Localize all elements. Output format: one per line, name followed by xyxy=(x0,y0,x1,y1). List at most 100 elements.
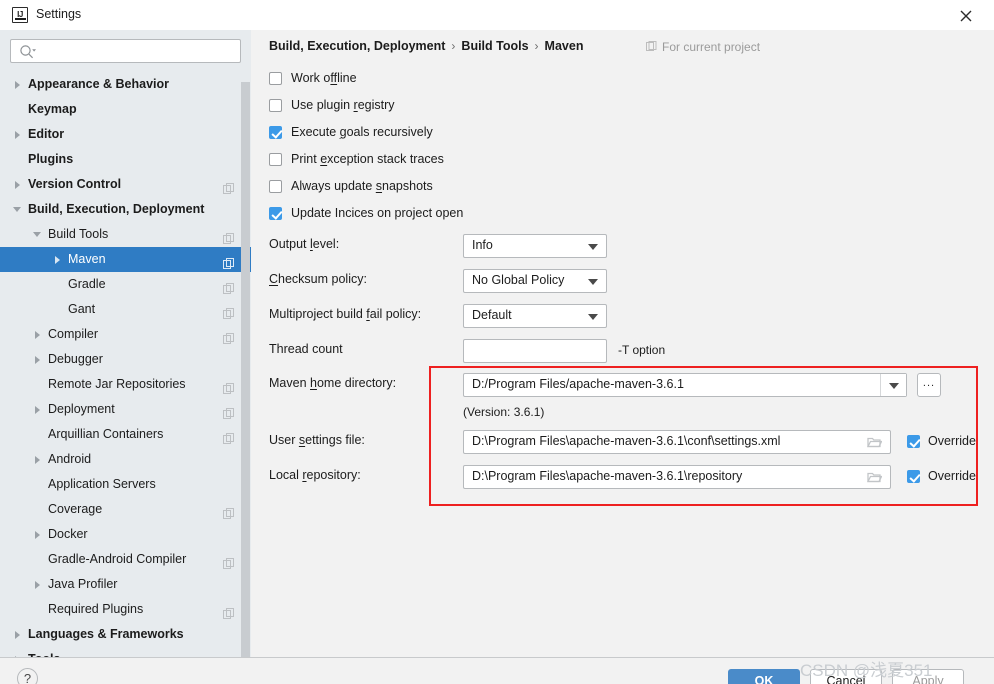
settings-tree[interactable]: Appearance & Behavior Keymap Editor Plugins… xyxy=(0,72,251,657)
sidebar-item-gradle[interactable]: Gradle xyxy=(0,272,251,297)
close-icon[interactable] xyxy=(956,6,976,26)
sidebar-item-debugger[interactable]: Debugger xyxy=(0,347,251,372)
sidebar-item-maven[interactable]: Maven xyxy=(0,247,251,272)
checkbox-print-exception-stack-traces[interactable] xyxy=(269,152,282,166)
sidebar-item-java-profiler[interactable]: Java Profiler xyxy=(0,572,251,597)
sidebar-scrollbar-thumb[interactable] xyxy=(241,82,250,657)
sidebar-item-label: Editor xyxy=(28,127,65,141)
local-repository-label: Local repository: xyxy=(269,468,361,482)
sidebar-item-compiler[interactable]: Compiler xyxy=(0,322,251,347)
sidebar-item-tools[interactable]: Tools xyxy=(0,647,251,657)
maven-home-directory-value: D:/Program Files/apache-maven-3.6.1 xyxy=(472,377,684,391)
chevron-right-icon[interactable] xyxy=(10,122,24,147)
maven-home-dropdown-button[interactable] xyxy=(880,374,906,396)
sidebar-item-gradle-android-compiler[interactable]: Gradle-Android Compiler xyxy=(0,547,251,572)
chevron-right-icon[interactable] xyxy=(30,322,44,347)
checkbox-row-update-incices-on-project-open[interactable]: Update Incices on project open xyxy=(269,203,463,223)
sidebar-item-build-tools[interactable]: Build Tools xyxy=(0,222,251,247)
chevron-right-icon[interactable] xyxy=(30,572,44,597)
project-scope-icon xyxy=(223,403,235,419)
local-repository-override-toggle[interactable]: Override xyxy=(907,469,976,483)
user-settings-override-checkbox[interactable] xyxy=(907,434,920,448)
sidebar-item-deployment[interactable]: Deployment xyxy=(0,397,251,422)
chevron-right-icon[interactable] xyxy=(10,647,24,657)
project-scope-icon xyxy=(223,303,235,319)
project-scope-icon xyxy=(223,278,235,294)
local-repository-override-label: Override xyxy=(928,469,976,483)
ok-button[interactable]: OK xyxy=(728,669,800,684)
chevron-right-icon[interactable] xyxy=(10,172,24,197)
sidebar-item-coverage[interactable]: Coverage xyxy=(0,497,251,522)
thread-count-hint: -T option xyxy=(618,343,666,357)
sidebar-item-arquillian-containers[interactable]: Arquillian Containers xyxy=(0,422,251,447)
sidebar-item-label: Build, Execution, Deployment xyxy=(28,202,205,216)
checksum-policy-select[interactable]: No Global Policy xyxy=(463,269,607,293)
sidebar-item-languages-frameworks[interactable]: Languages & Frameworks xyxy=(0,622,251,647)
checkbox-label: Always update snapshots xyxy=(291,179,433,193)
output-level-select[interactable]: Info xyxy=(463,234,607,258)
checkbox-row-use-plugin-registry[interactable]: Use plugin registry xyxy=(269,95,395,115)
folder-icon[interactable] xyxy=(859,432,889,452)
thread-count-input[interactable] xyxy=(463,339,607,363)
chevron-down-icon[interactable] xyxy=(30,222,44,247)
sidebar-item-label: Plugins xyxy=(28,152,74,166)
user-settings-file-label: User settings file: xyxy=(269,433,365,447)
sidebar-item-label: Languages & Frameworks xyxy=(28,627,184,641)
sidebar-item-label: Android xyxy=(48,452,92,466)
folder-icon[interactable] xyxy=(859,467,889,487)
chevron-right-icon[interactable] xyxy=(30,522,44,547)
breadcrumb-part-1[interactable]: Build, Execution, Deployment xyxy=(269,39,445,53)
sidebar-item-plugins[interactable]: Plugins xyxy=(0,147,251,172)
search-box[interactable] xyxy=(10,39,241,63)
sidebar-item-label: Compiler xyxy=(48,327,99,341)
checkbox-label: Execute goals recursively xyxy=(291,125,433,139)
sidebar-item-label: Java Profiler xyxy=(48,577,118,591)
multiproject-fail-policy-select[interactable]: Default xyxy=(463,304,607,328)
sidebar-item-keymap[interactable]: Keymap xyxy=(0,97,251,122)
chevron-right-icon[interactable] xyxy=(30,347,44,372)
sidebar-item-label: Docker xyxy=(48,527,88,541)
checkbox-use-plugin-registry[interactable] xyxy=(269,98,282,112)
chevron-right-icon[interactable] xyxy=(50,247,64,272)
sidebar-item-remote-jar-repositories[interactable]: Remote Jar Repositories xyxy=(0,372,251,397)
sidebar-item-required-plugins[interactable]: Required Plugins xyxy=(0,597,251,622)
output-level-label: Output level: xyxy=(269,237,340,251)
sidebar-item-application-servers[interactable]: Application Servers xyxy=(0,472,251,497)
user-settings-override-toggle[interactable]: Override xyxy=(907,434,976,448)
checkbox-row-work-offline[interactable]: Work offline xyxy=(269,68,357,88)
chevron-right-icon[interactable] xyxy=(30,447,44,472)
local-repository-value: D:\Program Files\apache-maven-3.6.1\repo… xyxy=(472,469,743,483)
search-input[interactable] xyxy=(39,41,237,61)
checkbox-row-execute-goals-recursively[interactable]: Execute goals recursively xyxy=(269,122,433,142)
maven-home-directory-combo[interactable]: D:/Program Files/apache-maven-3.6.1 xyxy=(463,373,907,397)
checkbox-row-print-exception-stack-traces[interactable]: Print exception stack traces xyxy=(269,149,444,169)
output-level-value: Info xyxy=(472,238,493,252)
local-repository-input[interactable]: D:\Program Files\apache-maven-3.6.1\repo… xyxy=(463,465,891,489)
checkbox-update-incices-on-project-open[interactable] xyxy=(269,206,282,220)
project-scope-icon xyxy=(223,178,235,194)
chevron-right-icon[interactable] xyxy=(10,72,24,97)
sidebar-item-appearance-behavior[interactable]: Appearance & Behavior xyxy=(0,72,251,97)
help-button[interactable]: ? xyxy=(17,668,38,684)
breadcrumb-separator-1: › xyxy=(451,39,456,53)
sidebar-item-docker[interactable]: Docker xyxy=(0,522,251,547)
user-settings-file-value: D:\Program Files\apache-maven-3.6.1\conf… xyxy=(472,434,781,448)
chevron-right-icon[interactable] xyxy=(30,397,44,422)
local-repository-override-checkbox[interactable] xyxy=(907,469,920,483)
checkbox-always-update-snapshots[interactable] xyxy=(269,179,282,193)
breadcrumb-part-2[interactable]: Build Tools xyxy=(461,39,528,53)
checkbox-row-always-update-snapshots[interactable]: Always update snapshots xyxy=(269,176,433,196)
sidebar-item-version-control[interactable]: Version Control xyxy=(0,172,251,197)
sidebar-item-editor[interactable]: Editor xyxy=(0,122,251,147)
sidebar-item-gant[interactable]: Gant xyxy=(0,297,251,322)
sidebar-item-build-execution-deployment[interactable]: Build, Execution, Deployment xyxy=(0,197,251,222)
title-bar: IJ Settings xyxy=(0,0,994,30)
checkbox-work-offline[interactable] xyxy=(269,71,282,85)
checksum-policy-value: No Global Policy xyxy=(472,273,565,287)
user-settings-file-input[interactable]: D:\Program Files\apache-maven-3.6.1\conf… xyxy=(463,430,891,454)
chevron-right-icon[interactable] xyxy=(10,622,24,647)
sidebar-item-android[interactable]: Android xyxy=(0,447,251,472)
maven-home-browse-button[interactable]: ... xyxy=(917,373,941,397)
chevron-down-icon[interactable] xyxy=(10,197,24,222)
checkbox-execute-goals-recursively[interactable] xyxy=(269,125,282,139)
